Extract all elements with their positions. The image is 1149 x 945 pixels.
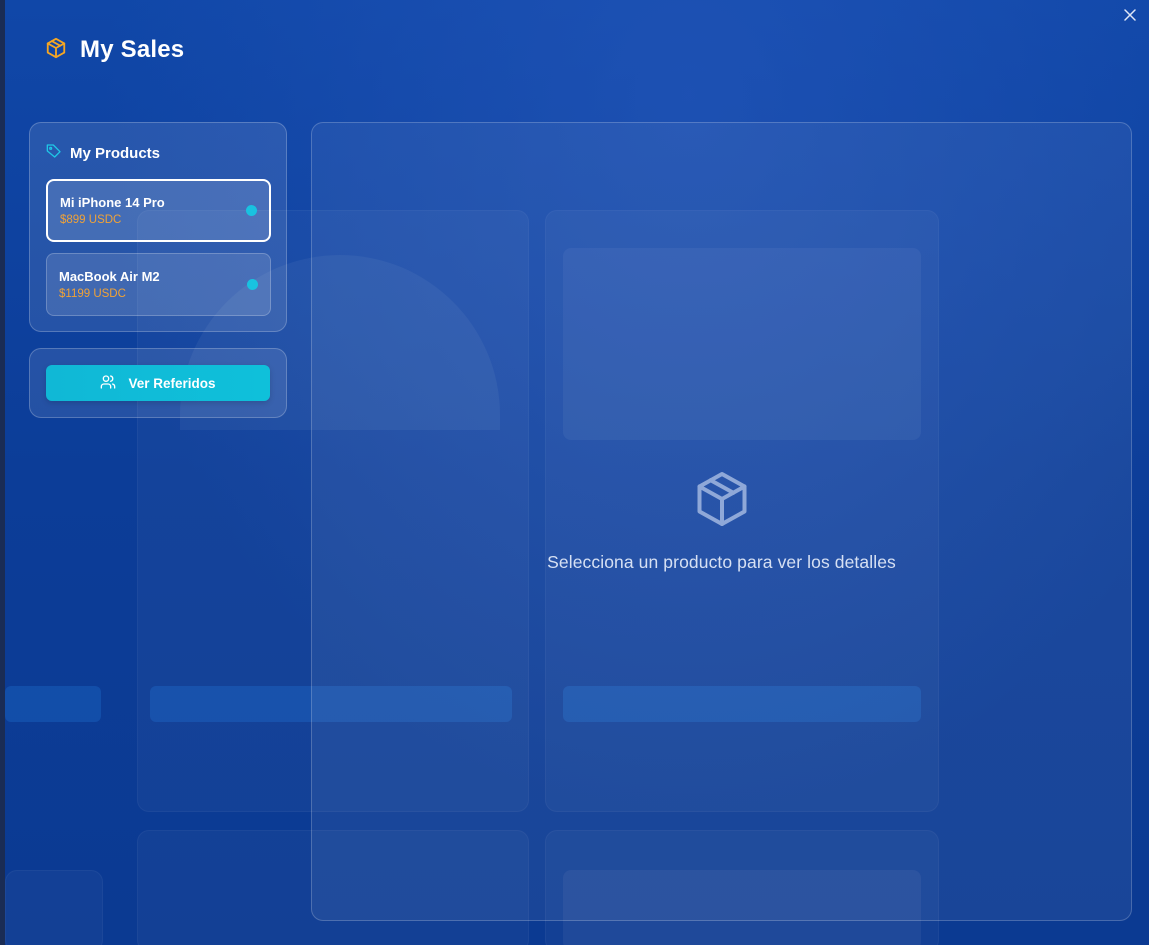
empty-state-message: Selecciona un producto para ver los deta… xyxy=(547,552,896,572)
modal-header: My Sales xyxy=(45,36,184,64)
tag-icon xyxy=(46,143,62,164)
package-icon xyxy=(45,37,67,64)
users-icon xyxy=(100,374,116,393)
product-item-macbook[interactable]: MacBook Air M2 $1199 USDC xyxy=(46,253,271,316)
status-dot xyxy=(247,279,258,290)
page-title: My Sales xyxy=(80,36,185,63)
view-referrals-label: Ver Referidos xyxy=(128,375,216,391)
referrals-panel: Ver Referidos xyxy=(29,348,287,418)
products-panel-heading: My Products xyxy=(46,143,160,164)
product-details-panel: Selecciona un producto para ver los deta… xyxy=(311,122,1132,921)
empty-state: Selecciona un producto para ver los deta… xyxy=(312,469,1131,573)
products-heading-label: My Products xyxy=(70,145,161,162)
window-edge xyxy=(0,0,5,945)
products-panel: My Products Mi iPhone 14 Pro $899 USDC M… xyxy=(29,122,287,332)
product-item-iphone[interactable]: Mi iPhone 14 Pro $899 USDC xyxy=(46,179,271,242)
product-name: Mi iPhone 14 Pro xyxy=(60,195,165,210)
background-button xyxy=(5,686,101,722)
view-referrals-button[interactable]: Ver Referidos xyxy=(46,365,270,401)
package-icon xyxy=(692,469,752,534)
close-button[interactable] xyxy=(1122,9,1138,25)
product-price: $1199 USDC xyxy=(59,288,126,300)
status-dot xyxy=(246,205,257,216)
product-name: MacBook Air M2 xyxy=(59,269,160,284)
close-icon xyxy=(1124,9,1136,21)
background-card xyxy=(5,870,103,945)
product-price: $899 USDC xyxy=(60,214,122,226)
